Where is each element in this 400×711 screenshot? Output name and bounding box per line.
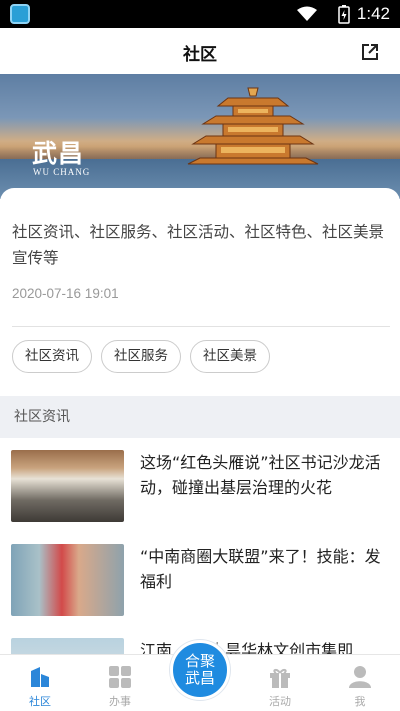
share-icon[interactable] (360, 42, 380, 62)
tab-label: 办事 (109, 695, 131, 708)
intro-description: 社区资讯、社区服务、社区活动、社区特色、社区美景宣传等 (12, 223, 385, 267)
center-button-label: 合聚武昌 (184, 652, 215, 687)
brand-title: 武昌 (32, 139, 85, 168)
tab-services[interactable]: 办事 (80, 655, 160, 711)
community-icon (31, 667, 49, 687)
news-thumbnail (11, 638, 124, 654)
yellow-crane-tower-illustration (187, 87, 319, 165)
wifi-icon (297, 6, 317, 21)
tag-list: 社区资讯 社区服务 社区美景 (12, 340, 270, 373)
news-item[interactable]: 这场“红色头雁说”社区书记沙龙活动，碰撞出基层治理的火花 (0, 438, 400, 532)
news-title: 这场“红色头雁说”社区书记沙龙活动，碰撞出基层治理的火花 (140, 453, 381, 497)
tab-label: 社区 (29, 695, 51, 708)
banner-image: 武昌 WU CHANG (0, 74, 400, 199)
news-list: 这场“红色头雁说”社区书记沙龙活动，碰撞出基层治理的火花 “中南商圈大联盟”来了… (0, 438, 400, 654)
news-thumbnail (11, 544, 124, 616)
news-item[interactable]: “中南商圈大联盟”来了！技能：发福利 (0, 532, 400, 626)
news-thumbnail (11, 450, 124, 522)
section-header: 社区资讯 (0, 396, 400, 438)
page-title: 社区 (183, 45, 217, 65)
tab-label: 我 (354, 695, 366, 708)
news-title: “中南商圈大联盟”来了！技能：发福利 (140, 547, 381, 591)
divider (12, 326, 390, 327)
grid-icon (109, 666, 131, 688)
top-bar: 社区 (0, 28, 400, 74)
intro-card: 社区资讯、社区服务、社区活动、社区特色、社区美景宣传等 2020-07-16 1… (0, 188, 400, 393)
tab-me[interactable]: 我 (320, 655, 400, 711)
tab-community[interactable]: 社区 (0, 655, 80, 711)
publish-date: 2020-07-16 19:01 (12, 286, 119, 301)
status-bar: 1:42 (0, 0, 400, 28)
tab-label: 活动 (269, 695, 291, 708)
brand-subtitle: WU CHANG (33, 167, 91, 177)
tag-community-service[interactable]: 社区服务 (101, 340, 181, 373)
tab-activities[interactable]: 活动 (240, 655, 320, 711)
user-icon (349, 666, 371, 688)
battery-icon (338, 5, 350, 24)
clock: 1:42 (356, 4, 390, 23)
app-notification-icon (10, 4, 30, 24)
tag-community-news[interactable]: 社区资讯 (12, 340, 92, 373)
tag-community-scenery[interactable]: 社区美景 (190, 340, 270, 373)
gift-icon (270, 668, 290, 688)
center-home-button[interactable]: 合聚武昌 (170, 640, 230, 700)
